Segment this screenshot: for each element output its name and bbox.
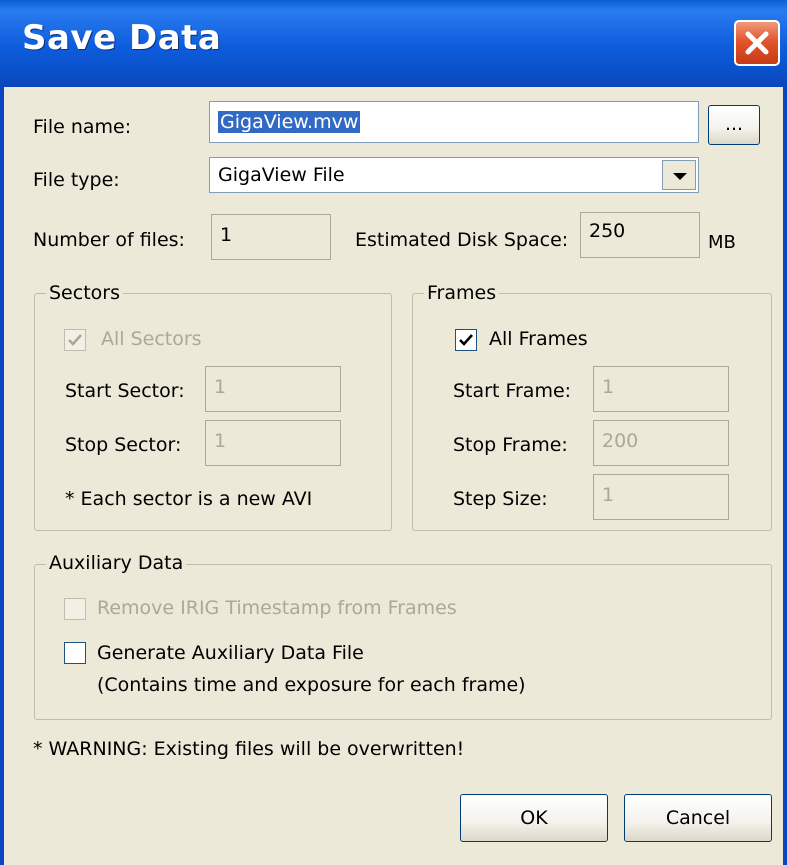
disk-space-unit: MB bbox=[708, 232, 736, 253]
stop-sector-input[interactable]: 1 bbox=[205, 420, 341, 466]
all-frames-checkbox[interactable] bbox=[455, 329, 477, 351]
generate-aux-checkbox[interactable] bbox=[64, 642, 86, 664]
file-type-select[interactable]: GigaView File bbox=[209, 157, 699, 193]
remove-irig-checkbox[interactable] bbox=[64, 598, 86, 620]
file-name-input[interactable]: GigaView.mvw bbox=[209, 101, 699, 143]
frames-group-title: Frames bbox=[424, 282, 500, 304]
ok-button[interactable]: OK bbox=[460, 794, 608, 842]
disk-space-field: 250 bbox=[580, 212, 700, 258]
step-size-label: Step Size: bbox=[453, 488, 548, 510]
stop-frame-label: Stop Frame: bbox=[453, 434, 568, 456]
window-border-left bbox=[0, 87, 4, 865]
all-sectors-checkbox[interactable] bbox=[64, 329, 86, 351]
generate-aux-note: (Contains time and exposure for each fra… bbox=[97, 674, 526, 696]
number-of-files-field: 1 bbox=[211, 214, 331, 260]
start-sector-label: Start Sector: bbox=[65, 380, 185, 402]
file-type-dropdown-button[interactable] bbox=[662, 160, 696, 190]
generate-aux-label: Generate Auxiliary Data File bbox=[97, 642, 364, 664]
start-frame-value: 1 bbox=[602, 376, 615, 398]
overwrite-warning: * WARNING: Existing files will be overwr… bbox=[33, 738, 465, 760]
file-type-label: File type: bbox=[33, 169, 120, 191]
browse-button[interactable]: ... bbox=[708, 105, 760, 145]
stop-sector-label: Stop Sector: bbox=[65, 434, 182, 456]
close-icon bbox=[745, 31, 769, 55]
number-of-files-label: Number of files: bbox=[33, 229, 185, 251]
sectors-note: * Each sector is a new AVI bbox=[65, 488, 313, 510]
all-frames-label: All Frames bbox=[489, 328, 588, 350]
stop-sector-value: 1 bbox=[214, 430, 227, 452]
start-sector-input[interactable]: 1 bbox=[205, 366, 341, 412]
title-bar: Save Data bbox=[0, 0, 787, 87]
stop-frame-input[interactable]: 200 bbox=[593, 420, 729, 466]
all-sectors-label: All Sectors bbox=[101, 328, 202, 350]
stop-frame-value: 200 bbox=[602, 430, 639, 452]
start-sector-value: 1 bbox=[214, 376, 227, 398]
auxiliary-group-title: Auxiliary Data bbox=[46, 552, 187, 574]
file-name-label: File name: bbox=[33, 116, 132, 138]
close-button[interactable] bbox=[734, 20, 780, 66]
window-border-right bbox=[783, 87, 787, 865]
step-size-input[interactable]: 1 bbox=[593, 474, 729, 520]
start-frame-input[interactable]: 1 bbox=[593, 366, 729, 412]
step-size-value: 1 bbox=[602, 484, 615, 506]
number-of-files-value: 1 bbox=[220, 224, 233, 246]
chevron-down-icon bbox=[673, 173, 687, 180]
disk-space-value: 250 bbox=[589, 220, 626, 242]
start-frame-label: Start Frame: bbox=[453, 380, 572, 402]
window-title: Save Data bbox=[22, 18, 222, 58]
sectors-group-title: Sectors bbox=[46, 282, 123, 304]
checkmark-icon bbox=[68, 334, 82, 346]
disk-space-label: Estimated Disk Space: bbox=[355, 229, 569, 251]
cancel-button[interactable]: Cancel bbox=[624, 794, 772, 842]
file-name-value: GigaView.mvw bbox=[218, 111, 361, 133]
checkmark-icon bbox=[459, 334, 473, 346]
file-type-value: GigaView File bbox=[218, 164, 345, 186]
remove-irig-label: Remove IRIG Timestamp from Frames bbox=[97, 597, 457, 619]
